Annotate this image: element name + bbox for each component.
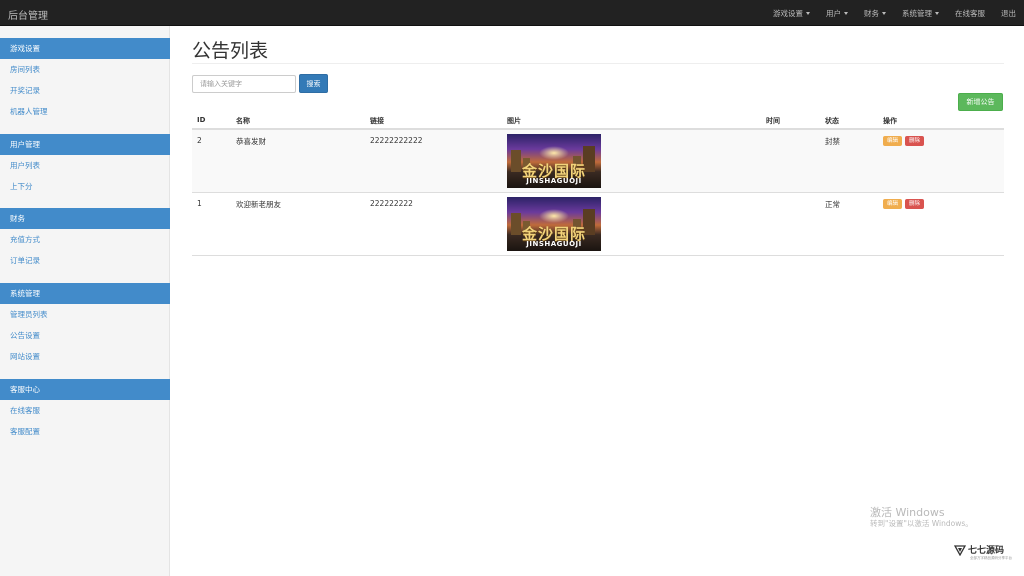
nav-users[interactable]: 用户: [826, 8, 848, 19]
sidebar-group-users: 用户管理 用户列表 上下分: [0, 134, 170, 197]
cell-name: 恭喜发财: [236, 137, 266, 146]
cell-name: 欢迎新老朋友: [236, 200, 281, 209]
nav-logout[interactable]: 退出: [1001, 8, 1016, 19]
sidebar-item-online-support[interactable]: 在线客服: [0, 400, 170, 421]
caret-down-icon: [806, 11, 810, 15]
col-name: 名称: [236, 117, 250, 125]
sidebar-group-title: 用户管理: [0, 134, 170, 155]
corner-logo-text: 七七源码: [968, 546, 1005, 556]
sidebar-item-user-list[interactable]: 用户列表: [0, 155, 170, 176]
sidebar-group-finance: 财务 充值方式 订单记录: [0, 208, 170, 271]
image-logo-en: JINSHAGUOJI: [526, 240, 582, 248]
col-actions: 操作: [883, 117, 897, 125]
sidebar-group-system: 系统管理 管理员列表 公告设置 网站设置: [0, 283, 170, 367]
sidebar: 游戏设置 房间列表 开奖记录 机器人管理 用户管理 用户列表 上下分 财务 充值…: [0, 26, 170, 576]
top-nav: 游戏设置 用户 财务 系统管理 在线客服 退出: [757, 0, 1016, 26]
notice-image: 金沙国际 JINSHAGUOJI: [507, 197, 601, 251]
sidebar-group-title: 财务: [0, 208, 170, 229]
page-title: 公告列表: [192, 40, 269, 62]
search-input[interactable]: [192, 75, 296, 93]
title-divider: [192, 63, 1004, 64]
sidebar-item-recharge[interactable]: 充值方式: [0, 229, 170, 250]
sidebar-item-support-config[interactable]: 客服配置: [0, 421, 170, 442]
cell-id: 2: [197, 136, 202, 145]
col-status: 状态: [825, 117, 839, 125]
sidebar-item-site-settings[interactable]: 网站设置: [0, 346, 170, 367]
cell-id: 1: [197, 199, 202, 208]
col-image: 图片: [507, 117, 521, 125]
corner-logo-subtext: 全部万字精品源码分享平台: [970, 556, 1012, 560]
sidebar-group-title: 游戏设置: [0, 38, 170, 59]
corner-logo: 七七源码: [954, 543, 1004, 556]
cell-status: 正常: [825, 200, 840, 209]
sidebar-group-title: 系统管理: [0, 283, 170, 304]
nav-game-settings[interactable]: 游戏设置: [773, 8, 810, 19]
activation-watermark-text: 转到"设置"以激活 Windows。: [870, 519, 973, 528]
caret-down-icon: [935, 11, 939, 15]
nav-system[interactable]: 系统管理: [902, 8, 939, 19]
col-link: 链接: [370, 117, 384, 125]
sidebar-item-rooms[interactable]: 房间列表: [0, 59, 170, 80]
sidebar-group-game: 游戏设置 房间列表 开奖记录 机器人管理: [0, 38, 170, 122]
notice-table: ID 名称 链接 图片 时间 状态 操作 2 恭喜发财 22222222222 …: [192, 112, 1004, 256]
sidebar-group-title: 客服中心: [0, 379, 170, 400]
nav-finance[interactable]: 财务: [864, 8, 886, 19]
caret-down-icon: [882, 11, 886, 15]
table-header: ID 名称 链接 图片 时间 状态 操作: [192, 112, 1004, 130]
sidebar-item-notice-settings[interactable]: 公告设置: [0, 325, 170, 346]
cell-link: 22222222222: [370, 136, 423, 145]
notice-image: 金沙国际 JINSHAGUOJI: [507, 134, 601, 188]
sidebar-item-robots[interactable]: 机器人管理: [0, 101, 170, 122]
sidebar-group-support: 客服中心 在线客服 客服配置: [0, 379, 170, 442]
edit-button[interactable]: 编辑: [883, 199, 902, 209]
nav-online-support[interactable]: 在线客服: [955, 8, 985, 19]
cell-link: 222222222: [370, 199, 413, 208]
delete-button[interactable]: 删除: [905, 136, 924, 146]
edit-button[interactable]: 编辑: [883, 136, 902, 146]
table-row: 2 恭喜发财 22222222222 金沙国际 JINSHAGUOJI 封禁 编…: [192, 130, 1004, 193]
caret-down-icon: [844, 11, 848, 15]
triangle-logo-icon: [954, 544, 966, 556]
sidebar-item-credit[interactable]: 上下分: [0, 176, 170, 197]
image-logo-en: JINSHAGUOJI: [526, 177, 582, 185]
col-time: 时间: [766, 117, 780, 125]
sidebar-item-orders[interactable]: 订单记录: [0, 250, 170, 271]
top-navbar: 后台管理 游戏设置 用户 财务 系统管理 在线客服 退出: [0, 0, 1024, 26]
search-button[interactable]: 搜索: [299, 74, 328, 93]
brand-title[interactable]: 后台管理: [8, 7, 48, 22]
cell-status: 封禁: [825, 137, 840, 146]
sidebar-item-admins[interactable]: 管理员列表: [0, 304, 170, 325]
add-notice-button[interactable]: 新增公告: [958, 93, 1003, 111]
table-row: 1 欢迎新老朋友 222222222 金沙国际 JINSHAGUOJI 正常 编…: [192, 193, 1004, 256]
delete-button[interactable]: 删除: [905, 199, 924, 209]
col-id: ID: [197, 116, 206, 124]
sidebar-item-draws[interactable]: 开奖记录: [0, 80, 170, 101]
